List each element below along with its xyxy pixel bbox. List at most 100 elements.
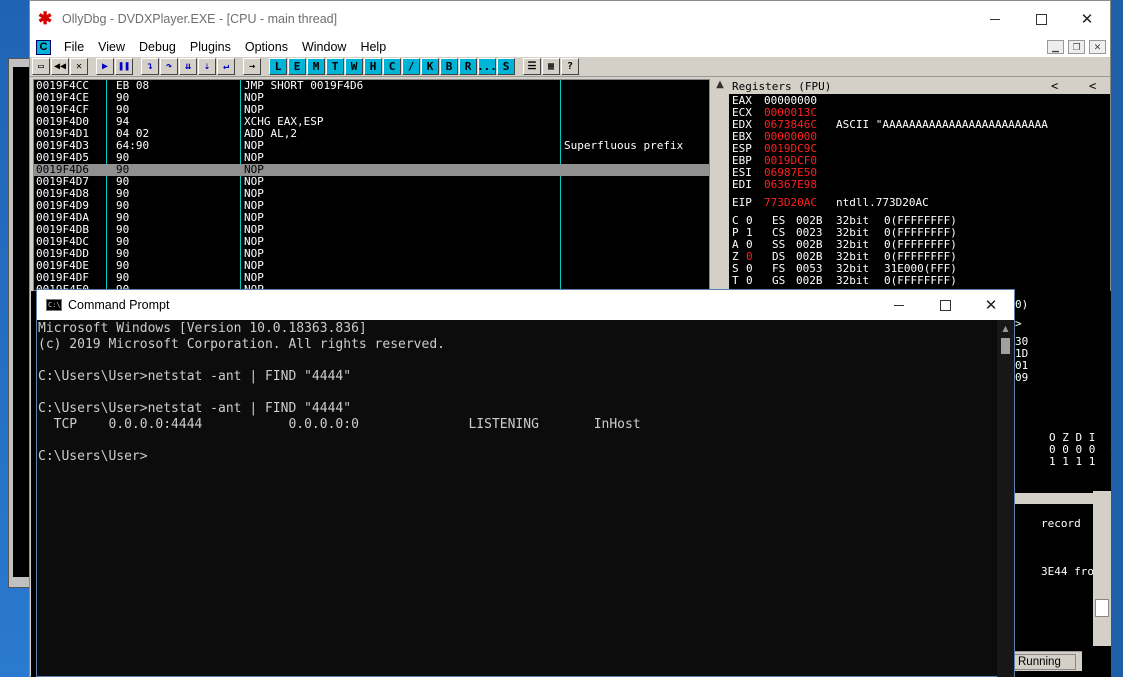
menu-debug[interactable]: Debug: [132, 40, 183, 54]
run-trace-window-icon[interactable]: ...: [477, 58, 497, 75]
cmd-scroll-thumb[interactable]: [1001, 338, 1010, 354]
mdi-controls: ▁ ❐ ✕: [1047, 40, 1106, 54]
close-button[interactable]: ✕: [1064, 1, 1110, 37]
disassembly-row[interactable]: 0019F4CF 90 NOP: [34, 104, 709, 116]
register-line[interactable]: EDI 06367E98: [732, 179, 1110, 191]
disassembly-row[interactable]: 0019F4DD 90 NOP: [34, 248, 709, 260]
disassembly-row[interactable]: 0019F4D8 90 NOP: [34, 188, 709, 200]
instruction-comment: Superfluous prefix: [564, 139, 684, 152]
menu-file[interactable]: File: [57, 40, 91, 54]
register-value: 773D20AC: [764, 196, 817, 209]
disassembly-row[interactable]: 0019F4DB 90 NOP: [34, 224, 709, 236]
segment-name: GS: [772, 274, 786, 287]
help-icon[interactable]: ?: [561, 58, 579, 75]
registers-prev-icon[interactable]: <: [1051, 79, 1058, 94]
breakpoints-window-icon[interactable]: B: [440, 58, 458, 75]
disassembly-row[interactable]: 0019F4CC EB 08 JMP SHORT 0019F4D6: [34, 80, 709, 92]
desktop-background: [0, 0, 32, 677]
menu-window[interactable]: Window: [295, 40, 353, 54]
cmd-maximize-button[interactable]: [922, 290, 968, 320]
menu-view[interactable]: View: [91, 40, 132, 54]
run-icon[interactable]: ▶: [96, 58, 114, 75]
disassembly-row[interactable]: 0019F4D7 90 NOP: [34, 176, 709, 188]
call-stack-window-icon[interactable]: K: [421, 58, 439, 75]
register-fragment: 09: [1015, 371, 1029, 384]
threads-window-icon[interactable]: T: [326, 58, 344, 75]
references-window-icon[interactable]: R: [459, 58, 477, 75]
ollydbg-toolbar: ▭ ◀◀ ✕ ▶ ❚❚ ↴ ↷ ⇊ ⇣ ↵ → L E M T W H C / …: [30, 57, 1110, 77]
disassembly-row[interactable]: 0019F4DC 90 NOP: [34, 236, 709, 248]
disassembly-pane[interactable]: 0019F4CC EB 08 JMP SHORT 0019F4D6 0019F4CE 9…: [33, 79, 710, 291]
trace-into-icon[interactable]: ⇊: [179, 58, 197, 75]
restart-icon[interactable]: ◀◀: [51, 58, 69, 75]
registers-title: Registers (FPU): [732, 80, 832, 93]
source-window-icon[interactable]: S: [497, 58, 515, 75]
registers-pane[interactable]: Registers (FPU) < < EAX 00000000 ECX 000001…: [729, 79, 1110, 291]
cpu-window-icon[interactable]: C: [36, 39, 51, 55]
segment-selector: 002B: [796, 274, 823, 287]
menu-help[interactable]: Help: [353, 40, 393, 54]
console-line: C:\Users\User>netstat -ant | FIND "4444": [38, 369, 352, 384]
register-line-eip[interactable]: EIP 773D20AC ntdll.773D20AC: [732, 197, 1110, 209]
console-line: (c) 2019 Microsoft Corporation. All righ…: [38, 337, 445, 352]
list-view-icon[interactable]: ☰: [523, 58, 541, 75]
open-icon[interactable]: ▭: [32, 58, 50, 75]
pause-icon[interactable]: ❚❚: [115, 58, 133, 75]
menu-options[interactable]: Options: [238, 40, 295, 54]
disassembly-row[interactable]: 0019F4D9 90 NOP: [34, 200, 709, 212]
step-into-icon[interactable]: ↴: [141, 58, 159, 75]
register-name: EIP: [732, 196, 752, 209]
flag-line[interactable]: T 0 GS 002B 32bit 0(FFFFFFFF): [732, 275, 1110, 287]
disassembly-row[interactable]: 0019F4D3 64:90 NOP Superfluous prefix: [34, 139, 709, 152]
handles-window-icon[interactable]: H: [364, 58, 382, 75]
segment-info: 0(FFFFFFFF): [884, 274, 957, 287]
mdi-minimize-button[interactable]: ▁: [1047, 40, 1064, 54]
cmd-scrollbar[interactable]: ▲: [997, 320, 1014, 677]
cmd-scroll-up-icon[interactable]: ▲: [997, 320, 1014, 337]
cmd-titlebar[interactable]: C:\ Command Prompt ✕: [37, 290, 1014, 320]
disassembly-row[interactable]: 0019F4DF 90 NOP: [34, 272, 709, 284]
execute-till-return-icon[interactable]: ↵: [217, 58, 235, 75]
cmd-title: Command Prompt: [68, 298, 170, 312]
disassembly-row[interactable]: 0019F4DE 90 NOP: [34, 260, 709, 272]
disassembly-row[interactable]: 0019F4DA 90 NOP: [34, 212, 709, 224]
console-line: TCP 0.0.0.0:4444 0.0.0.0:0 LISTENING InH…: [38, 417, 641, 432]
register-value: 06367E98: [764, 178, 817, 191]
cmd-close-button[interactable]: ✕: [968, 290, 1014, 320]
ollydbg-titlebar[interactable]: ✱ OllyDbg - DVDXPlayer.EXE - [CPU - main…: [30, 1, 1110, 37]
cmd-console[interactable]: Microsoft Windows [Version 10.0.18363.83…: [37, 320, 998, 677]
disassembly-row[interactable]: 0019F4D5 90 NOP: [34, 152, 709, 164]
register-fragment: >: [1015, 317, 1022, 330]
modules-window-icon[interactable]: E: [288, 58, 306, 75]
trace-over-icon[interactable]: ⇣: [198, 58, 216, 75]
cmd-minimize-button[interactable]: [876, 290, 922, 320]
stack-text: record: [1041, 517, 1081, 530]
registers-header[interactable]: Registers (FPU) < <: [729, 79, 1110, 94]
disassembly-row[interactable]: 0019F4D6 90 NOP: [34, 164, 709, 176]
patches-window-icon[interactable]: /: [402, 58, 420, 75]
close-program-icon[interactable]: ✕: [70, 58, 88, 75]
flag-value: 0: [746, 274, 753, 287]
goto-icon[interactable]: →: [243, 58, 261, 75]
maximize-button[interactable]: [1018, 1, 1064, 37]
log-window-icon[interactable]: L: [269, 58, 287, 75]
appearance-icon[interactable]: ▦: [542, 58, 560, 75]
command-prompt-window[interactable]: C:\ Command Prompt ✕ Microsoft Windows […: [36, 289, 1015, 677]
registers-collapse-icon[interactable]: <: [1089, 79, 1096, 94]
disassembly-row[interactable]: 0019F4CE 90 NOP: [34, 92, 709, 104]
step-over-icon[interactable]: ↷: [160, 58, 178, 75]
memory-window-icon[interactable]: M: [307, 58, 325, 75]
windows-window-icon[interactable]: W: [345, 58, 363, 75]
minimize-button[interactable]: [972, 1, 1018, 37]
menu-plugins[interactable]: Plugins: [183, 40, 238, 54]
mdi-close-button[interactable]: ✕: [1089, 40, 1106, 54]
disassembly-scrollbar[interactable]: ▲: [711, 79, 729, 291]
scroll-up-icon[interactable]: ▲: [711, 79, 729, 95]
status-running: Running: [1014, 654, 1076, 670]
stack-scroll-thumb[interactable]: [1095, 599, 1109, 617]
mdi-restore-button[interactable]: ❐: [1068, 40, 1085, 54]
stack-scrollbar[interactable]: [1093, 491, 1111, 646]
fpu-flags-values-2: 1 1 1 1: [1049, 455, 1096, 468]
cpu-window-button-icon[interactable]: C: [383, 58, 401, 75]
